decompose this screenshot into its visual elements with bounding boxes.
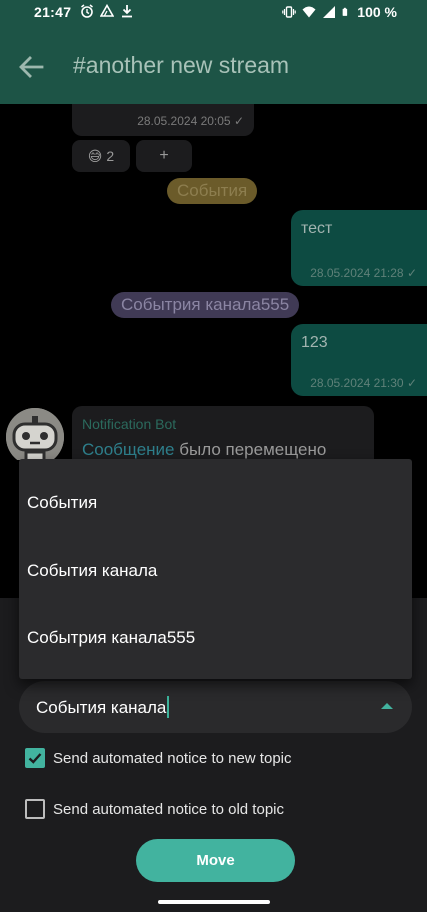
message-bubble[interactable]: 28.05.2024 20:05 ✓ xyxy=(72,104,254,136)
notice-old-topic-row[interactable]: Send automated notice to old topic xyxy=(25,797,284,821)
bot-message-bubble[interactable]: Notification Bot Сообщение было перемеще… xyxy=(72,406,374,460)
status-right-icons: 100 % xyxy=(282,4,397,20)
message-bubble[interactable]: тест 28.05.2024 21:28 ✓ xyxy=(291,210,427,286)
message-time: 28.05.2024 21:28 ✓ xyxy=(310,266,417,280)
message-text: 123 xyxy=(301,334,328,351)
reaction-chip[interactable]: 😅 2 xyxy=(72,140,130,172)
topic-chip[interactable]: Событрия канала555 xyxy=(111,292,300,318)
message-bubble[interactable]: 123 28.05.2024 21:30 ✓ xyxy=(291,324,427,396)
app-bar: #another new stream xyxy=(0,26,427,104)
topic-option[interactable]: События xyxy=(27,493,97,513)
wifi-icon xyxy=(302,6,316,18)
drive-icon xyxy=(100,4,114,17)
topic-option[interactable]: Событрия канала555 xyxy=(27,628,195,648)
notice-new-topic-row[interactable]: Send automated notice to new topic xyxy=(25,746,292,770)
topic-option[interactable]: События канала xyxy=(27,561,157,581)
add-reaction-button[interactable]: + xyxy=(136,140,192,172)
home-gesture-handle[interactable] xyxy=(158,900,270,904)
message-link[interactable]: Сообщение xyxy=(82,440,175,459)
text-cursor xyxy=(167,696,170,718)
notice-new-topic-checkbox[interactable] xyxy=(25,748,45,768)
topic-input-value[interactable]: События канала xyxy=(36,696,170,718)
topic-input[interactable]: События канала xyxy=(19,681,412,733)
navigation-bar xyxy=(0,890,427,912)
message-time: 28.05.2024 20:05 ✓ xyxy=(137,114,244,128)
notice-old-topic-checkbox[interactable] xyxy=(25,799,45,819)
message-time: 28.05.2024 21:30 ✓ xyxy=(310,376,417,390)
battery-icon xyxy=(342,7,348,16)
message-list: 28.05.2024 20:05 ✓ 😅 2 + События тест 28… xyxy=(0,104,427,460)
bot-message-text: Сообщение было перемещено xyxy=(82,440,326,460)
topic-input-text: События канала xyxy=(36,698,167,717)
reaction-emoji: 😅 xyxy=(87,147,103,164)
stream-title: #another new stream xyxy=(73,52,290,78)
topic-chip[interactable]: События xyxy=(167,178,258,204)
reaction-count: 2 xyxy=(106,148,115,164)
move-button[interactable]: Move xyxy=(136,839,295,882)
battery-level: 100 % xyxy=(357,4,397,20)
download-icon xyxy=(122,5,132,18)
signal-icon xyxy=(323,6,336,18)
robot-icon xyxy=(6,408,64,460)
bot-message-body: было перемещено xyxy=(179,440,327,459)
vibrate-icon xyxy=(282,6,297,18)
check-icon xyxy=(28,753,42,764)
status-time: 21:47 xyxy=(34,4,72,20)
bot-avatar[interactable] xyxy=(6,408,64,460)
notice-new-topic-label: Send automated notice to new topic xyxy=(53,749,292,767)
alarm-icon xyxy=(81,4,93,18)
topic-suggestions-popup: События События канала Событрия канала55… xyxy=(19,459,412,679)
sender-name[interactable]: Notification Bot xyxy=(82,416,176,432)
message-text: тест xyxy=(301,220,333,237)
status-left-icons xyxy=(80,4,134,18)
dropdown-arrow-up-icon[interactable] xyxy=(381,703,393,709)
back-arrow-icon[interactable] xyxy=(16,52,46,82)
notice-old-topic-label: Send automated notice to old topic xyxy=(53,800,284,818)
status-bar: 21:47 100 % xyxy=(0,0,427,26)
